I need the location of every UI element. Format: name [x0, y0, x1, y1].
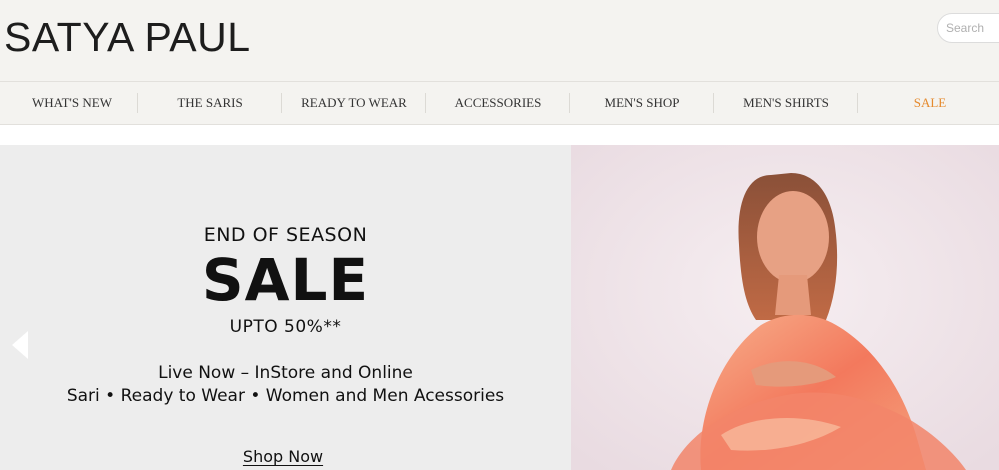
shop-now-link[interactable]: Shop Now: [243, 447, 323, 466]
nav-item-sale[interactable]: SALE: [858, 82, 999, 124]
nav-item-accessories[interactable]: ACCESSORIES: [426, 82, 570, 124]
hero-eyebrow: END OF SEASON: [203, 224, 368, 246]
hero-banner[interactable]: END OF SEASON SALE UPTO 50%** Live Now –…: [0, 145, 999, 470]
hero-headline: SALE: [201, 246, 370, 314]
hero-discount: UPTO 50%**: [229, 317, 342, 337]
nav-item-ready-to-wear[interactable]: READY TO WEAR: [282, 82, 426, 124]
nav-item-the-saris[interactable]: THE SARIS: [138, 82, 282, 124]
nav-item-whats-new[interactable]: WHAT'S NEW: [0, 82, 144, 124]
search-input[interactable]: [937, 13, 999, 43]
shop-now-link-wrap: Shop Now: [0, 447, 566, 466]
hero-availability: Live Now – InStore and Online: [158, 363, 413, 383]
site-header: SATYA PAUL: [0, 0, 999, 81]
nav-item-mens-shop[interactable]: MEN'S SHOP: [570, 82, 714, 124]
brand-logo[interactable]: SATYA PAUL: [4, 14, 251, 60]
nav-item-mens-shirts[interactable]: MEN'S SHIRTS: [714, 82, 858, 124]
main-nav: WHAT'S NEW THE SARIS READY TO WEAR ACCES…: [0, 81, 999, 125]
hero-categories: Sari • Ready to Wear • Women and Men Ace…: [66, 386, 505, 406]
hero-text-panel: END OF SEASON SALE UPTO 50%** Live Now –…: [0, 145, 571, 470]
model-illustration: [571, 145, 999, 470]
hero-model-image: [571, 145, 999, 470]
